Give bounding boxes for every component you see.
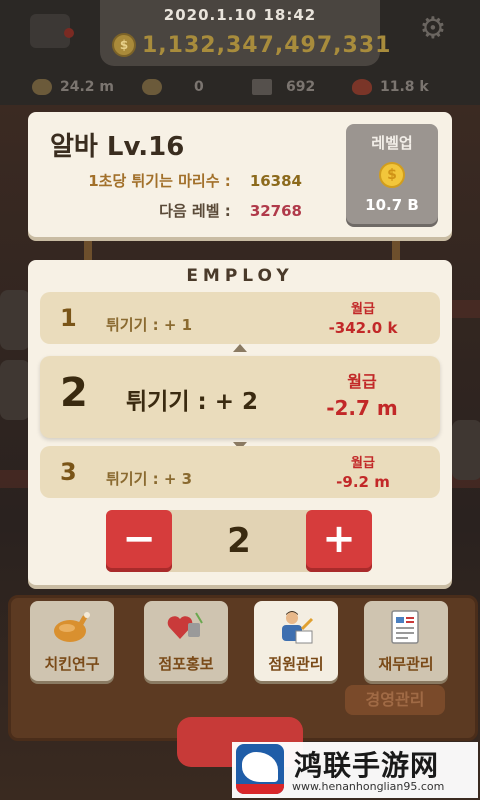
datetime-text: 2020.1.10 18:42 <box>163 6 317 24</box>
levelup-cost: 10.7 B <box>365 196 419 214</box>
menu-chicken-research[interactable]: 치킨연구 <box>30 601 114 681</box>
salary: 월급 -2.7 m <box>302 368 422 420</box>
alba-title: 알바 Lv.16 <box>50 132 185 162</box>
notice-icon[interactable] <box>30 14 74 48</box>
menu-finance-management[interactable]: 재무관리 <box>364 601 448 681</box>
menu-store-promotion[interactable]: 점포홍보 <box>144 601 228 681</box>
likes-stat: 11.8 k <box>352 74 429 100</box>
coin-icon: $ <box>112 33 136 57</box>
gear-icon[interactable]: ⚙ <box>416 12 450 46</box>
watermark-logo-icon <box>236 744 284 794</box>
menu-label: 재무관리 <box>378 655 434 673</box>
heart-icon <box>352 79 372 95</box>
increase-button[interactable]: + <box>306 510 372 572</box>
salary-label: 월급 <box>351 456 375 471</box>
menu-label: 치킨연구 <box>44 655 100 673</box>
employ-option-3[interactable]: 3 튀기기 : + 3 월급 -9.2 m <box>40 446 440 498</box>
per-second-label: 1초당 튀기는 마리수 : <box>88 172 231 190</box>
per-second-row: 1초당 튀기는 마리수 : 16384 <box>88 170 302 191</box>
employ-panel: EMPLOY 1 튀기기 : + 1 월급 -342.0 k 2 튀기기 : +… <box>28 260 452 585</box>
salary-value: -342.0 k <box>328 319 398 337</box>
menu-label: 점원관리 <box>268 655 324 673</box>
coin-icon: $ <box>379 162 405 188</box>
salary-value: -9.2 m <box>336 473 390 491</box>
distance-value: 24.2 m <box>60 79 115 95</box>
menu-label: 점포홍보 <box>158 655 214 673</box>
watermark-title: 鸿联手游网 <box>294 749 440 782</box>
next-level-label: 다음 레벨 : <box>159 202 231 220</box>
levelup-label: 레벨업 <box>371 134 413 152</box>
quantity-value: 2 <box>227 521 251 561</box>
employ-title: EMPLOY <box>186 266 294 286</box>
side-object <box>0 290 30 350</box>
likes-value: 11.8 k <box>380 79 429 95</box>
heart-megaphone-icon <box>167 612 203 639</box>
menu-staff-management[interactable]: 점원관리 <box>254 601 338 681</box>
watermark: 鸿联手游网 www.henanhonglian95.com <box>232 742 478 798</box>
top-status-bar: 2020.1.10 18:42 $ 1,132,347,497,331 ⚙ 24… <box>0 0 480 105</box>
roast-chicken-icon <box>54 612 90 642</box>
management-label: 경영관리 <box>345 685 445 715</box>
levelup-button[interactable]: 레벨업 $ 10.7 B <box>346 124 438 224</box>
money-amount: 1,132,347,497,331 <box>142 32 392 58</box>
option-number: 3 <box>60 458 77 486</box>
next-level-row: 다음 레벨 : 32768 <box>159 200 302 221</box>
option-label: 튀기기 : + 1 <box>106 316 193 334</box>
salary: 월급 -342.0 k <box>308 298 418 337</box>
zero-stat: 0 <box>142 74 204 100</box>
decrease-button[interactable]: − <box>106 510 172 572</box>
zero-value: 0 <box>194 79 204 95</box>
alba-card: 알바 Lv.16 1초당 튀기는 마리수 : 16384 다음 레벨 : 327… <box>28 112 452 237</box>
houses-value: 692 <box>286 79 316 95</box>
chicken-icon <box>142 79 162 95</box>
option-number: 2 <box>60 370 88 416</box>
house-icon <box>252 79 272 95</box>
finance-report-icon <box>391 610 419 644</box>
option-label: 튀기기 : + 2 <box>126 389 258 415</box>
option-number: 1 <box>60 304 77 332</box>
scroll-up-icon[interactable] <box>233 344 247 352</box>
option-label: 튀기기 : + 3 <box>106 470 193 488</box>
stats-row: 24.2 m 0 692 11.8 k <box>0 74 480 100</box>
side-object <box>452 420 480 480</box>
watermark-url: www.henanhonglian95.com <box>292 780 445 793</box>
employ-option-2-selected[interactable]: 2 튀기기 : + 2 월급 -2.7 m <box>40 356 440 438</box>
money-display: $ 1,132,347,497,331 <box>112 30 391 60</box>
employ-option-1[interactable]: 1 튀기기 : + 1 월급 -342.0 k <box>40 292 440 344</box>
chicken-icon <box>32 79 52 95</box>
salary-value: -2.7 m <box>326 396 398 420</box>
houses-stat: 692 <box>252 74 315 100</box>
salary-label: 월급 <box>351 302 375 317</box>
per-second-value: 16384 <box>249 172 302 190</box>
distance-stat: 24.2 m <box>32 74 114 100</box>
salary: 월급 -9.2 m <box>308 452 418 491</box>
quantity-stepper: − 2 + <box>106 510 372 572</box>
next-level-value: 32768 <box>249 202 302 220</box>
clerk-icon <box>282 611 314 644</box>
side-object <box>0 360 30 420</box>
salary-label: 월급 <box>347 372 377 391</box>
